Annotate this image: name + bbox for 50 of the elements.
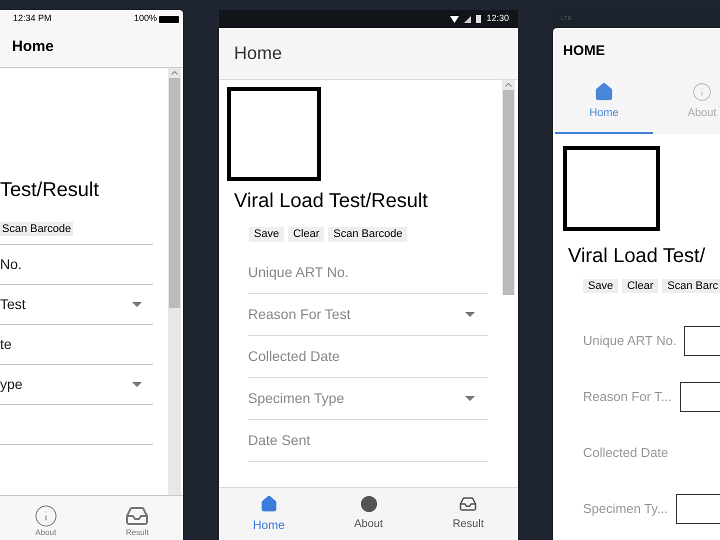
- battery-icon: [476, 15, 482, 23]
- battery-percent: 100%: [134, 12, 157, 26]
- input-field[interactable]: Collected Date: [248, 336, 488, 378]
- home-icon: [260, 494, 278, 512]
- input-field[interactable]: te: [0, 324, 153, 364]
- page-heading: Test/Result: [0, 178, 100, 203]
- status-time: 12:34 PM: [13, 12, 52, 26]
- action-button[interactable]: Scan Barcode: [0, 222, 74, 236]
- field-label: Collected Date: [583, 444, 668, 462]
- home-icon: [594, 82, 614, 102]
- battery-icon: [159, 16, 179, 22]
- page-title: HOME: [562, 40, 606, 60]
- scroll-up-icon[interactable]: [505, 83, 512, 87]
- status-time: 12:30: [486, 12, 509, 26]
- tab-button[interactable]: About: [318, 488, 418, 540]
- dropdown-caret-icon: [132, 382, 142, 387]
- picker-field[interactable]: Test: [0, 284, 153, 324]
- picker-field[interactable]: ype: [0, 364, 153, 404]
- tab-button[interactable]: Result: [92, 496, 183, 540]
- scrollbar[interactable]: [168, 68, 181, 495]
- page-heading: Viral Load Test/: [568, 244, 706, 269]
- picker-field[interactable]: Specimen Type: [248, 378, 488, 420]
- dropdown-caret-icon: [132, 302, 142, 307]
- dropdown-caret-icon: [465, 396, 475, 401]
- input-field[interactable]: Date Sent: [248, 420, 488, 462]
- action-button[interactable]: Scan Barcode: [328, 227, 408, 242]
- action-button[interactable]: Clear: [288, 227, 324, 242]
- field-label: Specimen Ty...: [583, 500, 668, 518]
- input-field[interactable]: No.: [0, 244, 153, 284]
- field-label: Unique ART No.: [583, 332, 676, 350]
- field-label: Reason For T...: [583, 388, 672, 406]
- picker-field[interactable]: Reason For Test: [248, 294, 488, 336]
- wifi-icon: [450, 16, 460, 22]
- scrollbar[interactable]: [502, 80, 515, 295]
- page-heading: Viral Load Test/Result: [234, 189, 429, 214]
- action-button[interactable]: Save: [583, 279, 618, 293]
- input-field[interactable]: Unique ART No.: [248, 252, 488, 294]
- page-title: Home: [234, 42, 282, 65]
- tab-button[interactable]: Home: [219, 488, 319, 540]
- action-button[interactable]: Save: [249, 227, 284, 242]
- dropdown-caret-icon: [465, 312, 475, 317]
- scroll-up-icon[interactable]: [171, 71, 178, 75]
- action-button[interactable]: Scan Barc: [662, 279, 720, 293]
- action-button[interactable]: Clear: [622, 279, 658, 293]
- page-title: Home: [12, 37, 54, 58]
- signal-icon: [464, 16, 472, 22]
- tab-button[interactable]: Result: [418, 488, 518, 540]
- tab-button[interactable]: About: [0, 496, 92, 540]
- inbox-icon: [459, 495, 478, 514]
- inbox-icon: [125, 504, 150, 528]
